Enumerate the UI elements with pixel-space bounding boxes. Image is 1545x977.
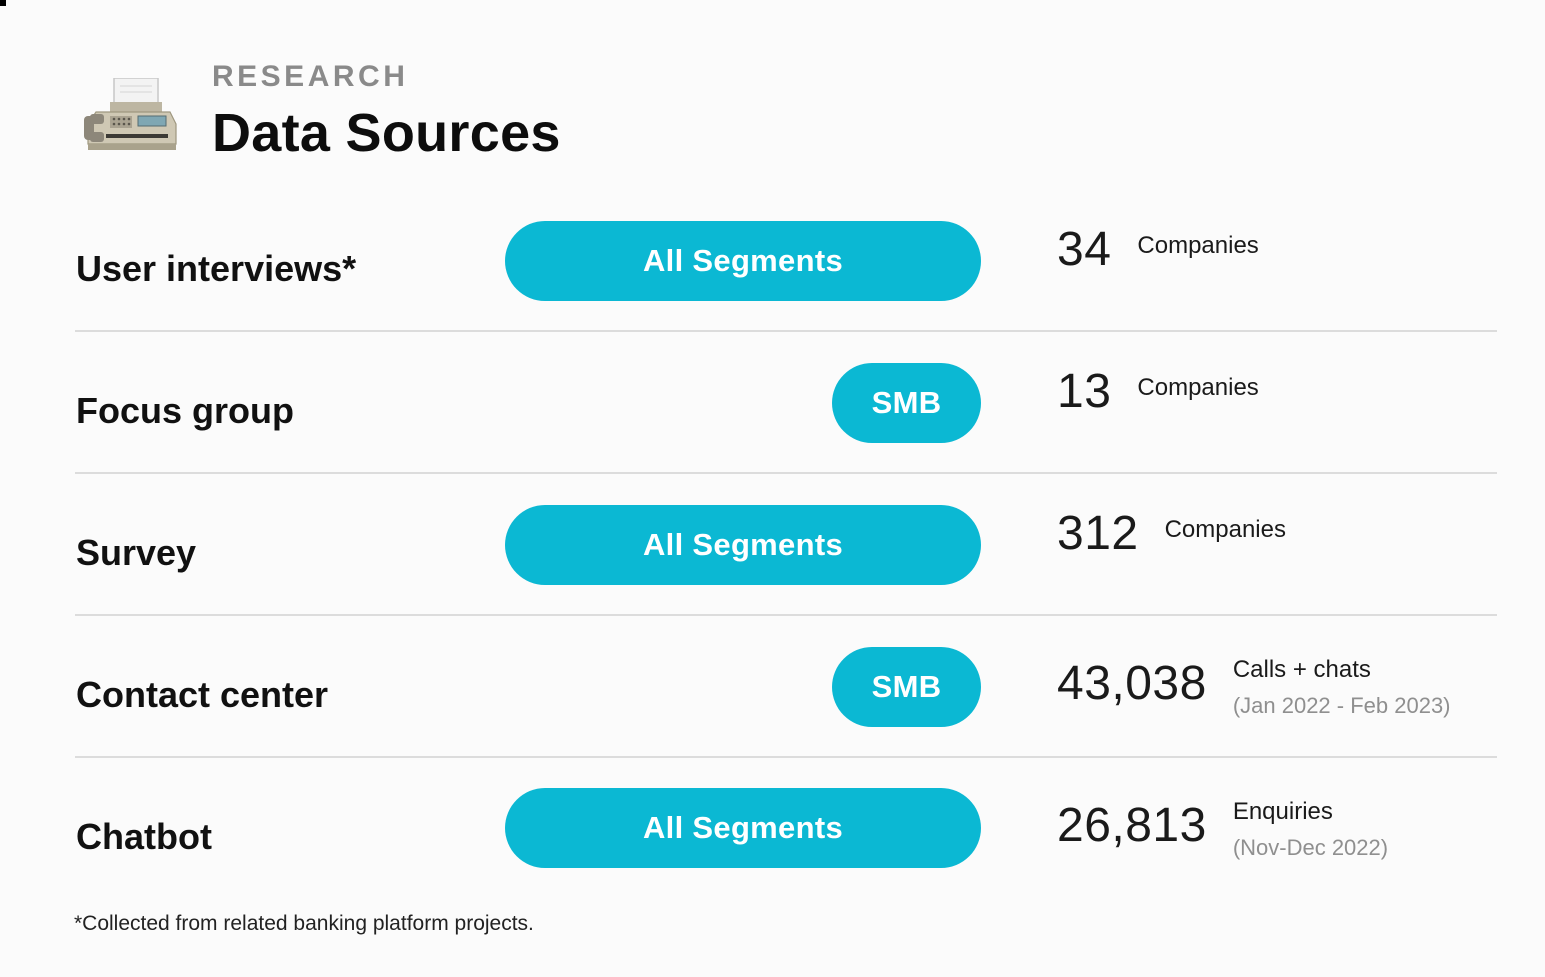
stat-date-range: (Jan 2022 - Feb 2023) [1232,692,1451,718]
stat-date-range: (Nov-Dec 2022) [1232,834,1389,860]
stat-unit: Companies [1137,374,1259,401]
stat-text: Companies [1137,368,1258,403]
source-stat: 26,813 Enquiries (Nov-Dec 2022) [1057,798,1388,861]
source-label: Focus group [76,390,294,431]
stat-unit: Companies [1164,516,1286,543]
stat-unit: Companies [1137,232,1259,259]
segment-pill[interactable]: All Segments [505,505,981,585]
segment-pill[interactable]: SMB [832,363,981,443]
segment-pill[interactable]: SMB [832,647,981,727]
list-item: Chatbot All Segments 26,813 Enquiries (N… [75,758,1497,898]
source-stat: 34 Companies [1057,226,1259,274]
source-label: Survey [76,532,197,573]
segment-pill[interactable]: All Segments [505,788,981,868]
stat-unit: Enquiries [1232,798,1333,825]
list-item: Survey All Segments 312 Companies [75,474,1497,616]
page-title: Data Sources [212,103,561,163]
stat-count: 34 [1057,223,1112,276]
source-label: Contact center [76,674,329,715]
corner-mark [0,0,6,6]
list-item: User interviews* All Segments 34 Compani… [75,190,1497,332]
stat-count: 43,038 [1057,657,1207,710]
footnote: *Collected from related banking platform… [74,912,534,935]
stat-unit: Calls + chats [1232,656,1371,683]
stat-text: Companies [1137,226,1258,261]
list-item: Contact center SMB 43,038 Calls + chats … [75,616,1497,758]
stat-count: 312 [1057,507,1139,560]
source-label: User interviews* [76,248,357,289]
page-header: RESEARCH Data Sources [78,52,778,172]
fax-machine-icon [84,78,177,150]
source-stat: 13 Companies [1057,368,1259,416]
stat-text: Calls + chats (Jan 2022 - Feb 2023) [1233,656,1451,719]
source-stat: 312 Companies [1057,510,1286,558]
source-label: Chatbot [76,816,212,857]
segment-pill[interactable]: All Segments [505,221,981,301]
stat-text: Companies [1165,510,1286,545]
list-item: Focus group SMB 13 Companies [75,332,1497,474]
stat-count: 26,813 [1057,799,1207,852]
stat-text: Enquiries (Nov-Dec 2022) [1233,798,1388,861]
stat-count: 13 [1057,365,1112,418]
source-stat: 43,038 Calls + chats (Jan 2022 - Feb 202… [1057,656,1451,719]
section-eyebrow: RESEARCH [212,60,409,93]
data-sources-list: User interviews* All Segments 34 Compani… [75,190,1497,898]
